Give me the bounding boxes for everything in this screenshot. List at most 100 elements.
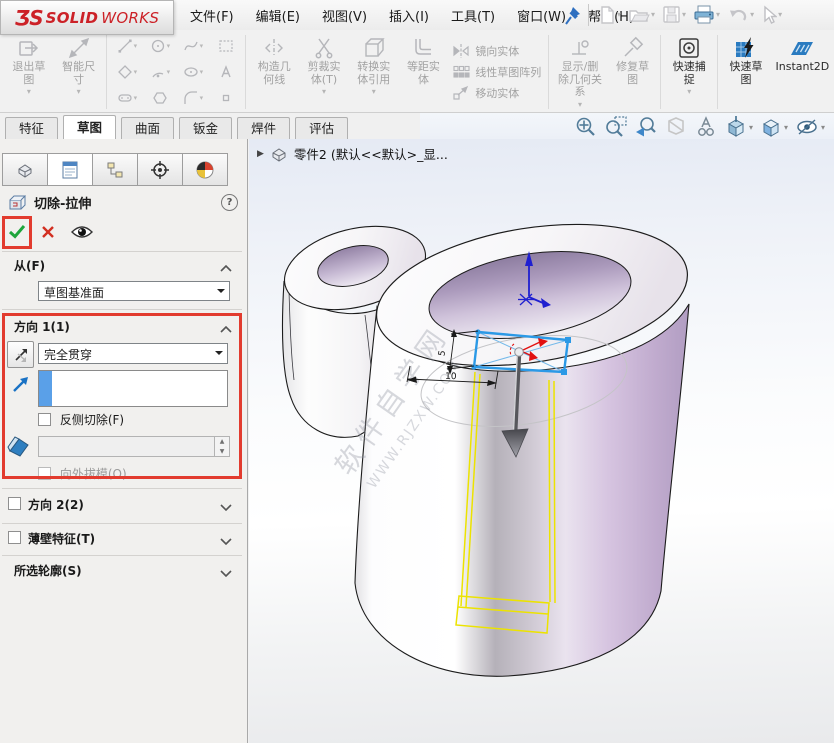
spin-up-icon[interactable]: ▲ bbox=[215, 437, 229, 447]
spline-caret-icon[interactable]: ▾ bbox=[200, 42, 204, 50]
spinner-buttons[interactable]: ▲▼ bbox=[214, 437, 229, 456]
sketch-vertex-handle[interactable] bbox=[561, 369, 567, 375]
end-condition-select[interactable]: 完全贯穿 bbox=[38, 343, 228, 364]
expand-chevron-icon[interactable] bbox=[220, 566, 232, 580]
tab-display-manager[interactable] bbox=[182, 153, 228, 186]
previous-view-button[interactable] bbox=[634, 115, 658, 139]
ellipse-caret-icon[interactable]: ▾ bbox=[200, 68, 204, 76]
tab-evaluate[interactable]: 评估 bbox=[295, 117, 348, 139]
tab-features[interactable]: 特征 bbox=[5, 117, 58, 139]
expand-chevron-icon[interactable] bbox=[220, 534, 232, 548]
undo-caret-icon[interactable]: ▾ bbox=[750, 10, 754, 19]
detailed-preview-button[interactable] bbox=[70, 224, 94, 243]
section-thin-feature[interactable]: 薄壁特征(T) bbox=[0, 530, 248, 548]
zoom-to-fit-button[interactable] bbox=[574, 115, 598, 139]
construction-geometry-button[interactable]: 构造几何线 bbox=[249, 32, 299, 112]
line-tool[interactable]: ▾ bbox=[110, 33, 143, 59]
tab-sketch[interactable]: 草图 bbox=[63, 115, 116, 139]
tab-feature-manager[interactable] bbox=[2, 153, 48, 186]
menu-tools[interactable]: 工具(T) bbox=[451, 6, 495, 25]
expand-chevron-icon[interactable] bbox=[220, 500, 232, 514]
move-entities-button[interactable]: 移动实体 bbox=[452, 85, 541, 101]
ok-button[interactable] bbox=[8, 224, 26, 242]
menu-window[interactable]: 窗口(W) bbox=[517, 6, 566, 25]
tab-surfaces[interactable]: 曲面 bbox=[121, 117, 174, 139]
new-document-button[interactable]: ▾ bbox=[598, 5, 625, 25]
hexagon-tool[interactable] bbox=[143, 85, 176, 111]
menu-edit[interactable]: 编辑(E) bbox=[256, 6, 300, 25]
point-tool[interactable] bbox=[209, 85, 242, 111]
offset-entities-button[interactable]: 等距实体 bbox=[399, 32, 449, 112]
repair-sketch-button[interactable]: 修复草图 bbox=[608, 32, 658, 112]
collapse-chevron-icon[interactable] bbox=[220, 322, 232, 336]
linear-sketch-pattern-button[interactable]: 线性草图阵列 bbox=[452, 64, 541, 80]
pin-menu-icon[interactable] bbox=[563, 5, 581, 29]
draft-angle-input[interactable]: ▲▼ bbox=[38, 436, 230, 457]
direction-reference-listbox[interactable] bbox=[38, 370, 228, 407]
tab-sheet-metal[interactable]: 钣金 bbox=[179, 117, 232, 139]
graphics-viewport[interactable]: ▶ 零件2 (默认<<默认>_显... bbox=[249, 139, 834, 743]
help-icon[interactable]: ? bbox=[221, 194, 238, 211]
menu-insert[interactable]: 插入(I) bbox=[389, 6, 429, 25]
hide-show-annotations-button[interactable] bbox=[694, 115, 718, 139]
print-button[interactable]: ▾ bbox=[693, 4, 724, 25]
section-selected-contours[interactable]: 所选轮廓(S) bbox=[0, 562, 248, 580]
menu-file[interactable]: 文件(F) bbox=[190, 6, 234, 25]
section-direction1[interactable]: 方向 1(1) bbox=[0, 318, 248, 336]
hide-show-caret-icon[interactable]: ▾ bbox=[821, 123, 825, 132]
display-delete-relations-button[interactable]: 显示/删除几何关系 ▾ bbox=[552, 32, 607, 112]
select-button[interactable]: ▾ bbox=[761, 5, 786, 25]
tab-dimxpert-manager[interactable] bbox=[137, 153, 183, 186]
trim-caret-icon[interactable]: ▾ bbox=[322, 87, 326, 96]
exit-sketch-button[interactable]: 退出草图 ▾ bbox=[4, 32, 54, 112]
tab-property-manager[interactable] bbox=[47, 153, 93, 186]
draft-outward-checkbox-row[interactable]: 向外拔模(O) bbox=[38, 465, 127, 482]
save-button[interactable]: ▾ bbox=[662, 5, 690, 24]
save-caret-icon[interactable]: ▾ bbox=[682, 10, 686, 19]
polygon-caret-icon[interactable]: ▾ bbox=[134, 68, 138, 76]
flip-side-checkbox-row[interactable]: 反侧切除(F) bbox=[38, 411, 124, 428]
smart-dimension-caret-icon[interactable]: ▾ bbox=[77, 87, 81, 96]
smart-dimension-button[interactable]: 智能尺寸 ▾ bbox=[54, 32, 104, 112]
fillet-tool[interactable]: ▾ bbox=[176, 85, 209, 111]
quick-snaps-caret-icon[interactable]: ▾ bbox=[687, 87, 691, 96]
arc-caret-icon[interactable]: ▾ bbox=[167, 68, 171, 76]
trim-entities-button[interactable]: 剪裁实体(T) ▾ bbox=[299, 32, 349, 112]
reverse-direction-button[interactable] bbox=[7, 341, 34, 368]
sketch-picture-tool[interactable] bbox=[209, 33, 242, 59]
polygon-tool[interactable]: ▾ bbox=[110, 59, 143, 85]
open-document-button[interactable]: ▾ bbox=[628, 6, 659, 24]
convert-caret-icon[interactable]: ▾ bbox=[372, 87, 376, 96]
hide-show-items-button[interactable]: ▾ bbox=[794, 115, 825, 139]
draft-outward-checkbox[interactable] bbox=[38, 467, 51, 480]
spline-tool[interactable]: ▾ bbox=[176, 33, 209, 59]
select-caret-icon[interactable]: ▾ bbox=[778, 10, 782, 19]
slot-tool[interactable]: ▾ bbox=[110, 85, 143, 111]
from-condition-select[interactable]: 草图基准面 bbox=[38, 281, 230, 301]
circle-tool[interactable]: ▾ bbox=[143, 33, 176, 59]
apply-scene-caret-icon[interactable]: ▾ bbox=[749, 123, 753, 132]
instant2d-button[interactable]: Instant2D bbox=[771, 32, 834, 112]
spin-down-icon[interactable]: ▼ bbox=[215, 447, 229, 457]
display-style-button[interactable]: ▾ bbox=[759, 115, 788, 139]
undo-button[interactable]: ▾ bbox=[727, 6, 758, 24]
zoom-to-area-button[interactable] bbox=[604, 115, 628, 139]
fillet-caret-icon[interactable]: ▾ bbox=[200, 94, 204, 102]
open-caret-icon[interactable]: ▾ bbox=[651, 10, 655, 19]
menu-view[interactable]: 视图(V) bbox=[322, 6, 367, 25]
thin-feature-checkbox[interactable] bbox=[8, 531, 21, 544]
cancel-button[interactable] bbox=[42, 226, 54, 241]
relations-ca<|begin_of_text|>ret-icon[interactable]: ▾ bbox=[578, 100, 582, 109]
mirror-entities-button[interactable]: 镜向实体 bbox=[452, 43, 541, 59]
text-tool[interactable] bbox=[209, 59, 242, 85]
exit-sketch-caret-icon[interactable]: ▾ bbox=[27, 87, 31, 96]
apply-scene-button[interactable]: ▾ bbox=[724, 115, 753, 139]
section-direction2[interactable]: 方向 2(2) bbox=[0, 496, 248, 514]
sketch-vertex-handle[interactable] bbox=[565, 337, 571, 343]
convert-entities-button[interactable]: 转换实体引用 ▾ bbox=[349, 32, 399, 112]
rapid-sketch-button[interactable]: 快速草图 bbox=[721, 32, 771, 112]
new-caret-icon[interactable]: ▾ bbox=[617, 10, 621, 19]
section-view-button[interactable] bbox=[664, 115, 688, 139]
direction2-checkbox[interactable] bbox=[8, 497, 21, 510]
section-from[interactable]: 从(F) bbox=[0, 257, 248, 275]
